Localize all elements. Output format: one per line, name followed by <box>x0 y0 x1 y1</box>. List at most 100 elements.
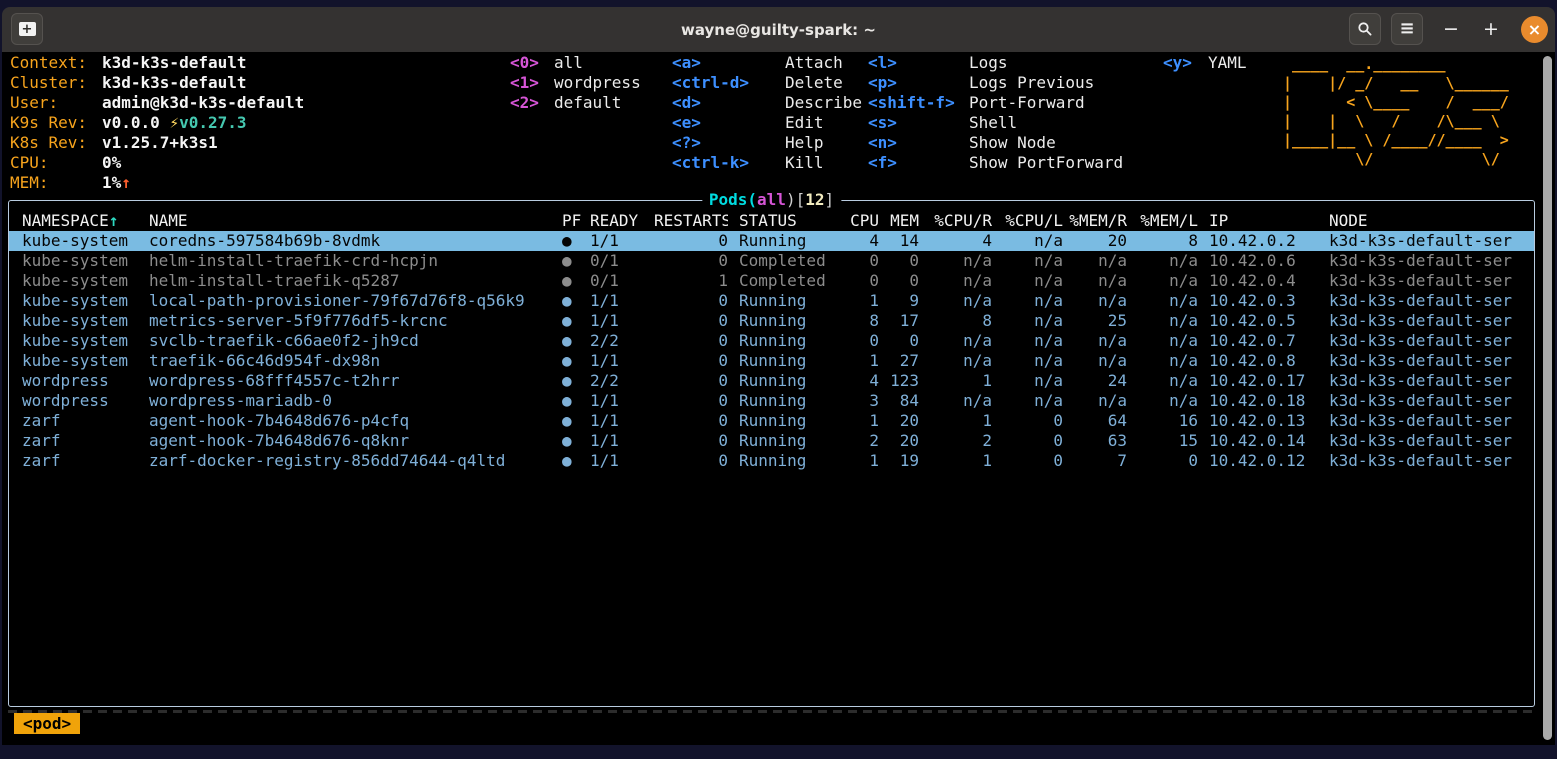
pod-row[interactable]: kube-system svclb-traefik-c66ae0f2-jh9cd… <box>9 331 1534 351</box>
pod-row[interactable]: wordpress wordpress-mariadb-0 ● 1/1 0 Ru… <box>9 391 1534 411</box>
cell-mem-l: 0 <box>1127 451 1198 471</box>
cell-restarts: 0 <box>654 451 728 471</box>
namespace-hotkey-item: <2>default <box>510 93 641 113</box>
cell-cpu-r: n/a <box>919 251 992 271</box>
header-restarts: RESTARTS <box>654 211 728 231</box>
k9s-latest-version: v0.27.3 <box>179 113 246 132</box>
cell-status: Running <box>728 431 840 451</box>
pod-row[interactable]: zarf agent-hook-7b4648d676-p4cfq ● 1/1 0… <box>9 411 1534 431</box>
cell-mem-r: n/a <box>1063 351 1127 371</box>
action-hotkey-item: <a>Attach <box>672 53 862 73</box>
cell-cpu-r: n/a <box>919 291 992 311</box>
cell-name: svclb-traefik-c66ae0f2-jh9cd <box>149 331 562 351</box>
cell-mem: 0 <box>879 331 919 351</box>
action-hotkey-item: <ctrl-d>Delete <box>672 73 862 93</box>
cell-cpu: 1 <box>840 451 879 471</box>
cell-mem: 84 <box>879 391 919 411</box>
table-header-row: NAMESPACE↑ NAME PF READY RESTARTS STATUS… <box>9 211 1534 231</box>
cell-mem-l: n/a <box>1127 331 1198 351</box>
pod-row[interactable]: kube-system traefik-66c46d954f-dx98n ● 1… <box>9 351 1534 371</box>
cell-ready: 1/1 <box>590 451 654 471</box>
cell-cpu: 0 <box>840 251 879 271</box>
header-ready: READY <box>590 211 654 231</box>
cell-cpu-r: 1 <box>919 451 992 471</box>
cell-mem: 20 <box>879 411 919 431</box>
action-hotkey-item: <shift-f>Port-Forward <box>868 93 1123 113</box>
cell-mem-l: 15 <box>1127 431 1198 451</box>
cell-cpu: 0 <box>840 331 879 351</box>
pod-row[interactable]: wordpress wordpress-68fff4557c-t2hrr ● 2… <box>9 371 1534 391</box>
cell-restarts: 0 <box>654 371 728 391</box>
header-cpu-r: %CPU/R <box>919 211 992 231</box>
pf-dot-icon: ● <box>562 431 590 451</box>
cell-ready: 1/1 <box>590 411 654 431</box>
header-mem: MEM <box>879 211 919 231</box>
cell-name: helm-install-traefik-q5287 <box>149 271 562 291</box>
cell-ip: 10.42.0.5 <box>1198 311 1318 331</box>
cell-node: k3d-k3s-default-ser <box>1318 411 1534 431</box>
cell-ip: 10.42.0.8 <box>1198 351 1318 371</box>
maximize-button[interactable]: + <box>1475 13 1507 45</box>
pf-dot-icon: ● <box>562 231 590 251</box>
cell-namespace: zarf <box>9 431 149 451</box>
header-mem-l: %MEM/L <box>1127 211 1198 231</box>
cell-mem-r: 63 <box>1063 431 1127 451</box>
cell-mem-l: n/a <box>1127 351 1198 371</box>
cell-namespace: kube-system <box>9 311 149 331</box>
header-cpu-l: %CPU/L <box>992 211 1063 231</box>
cell-mem: 0 <box>879 251 919 271</box>
search-button[interactable] <box>1349 13 1381 45</box>
menu-button[interactable]: ≡ <box>1391 13 1423 45</box>
cluster-row: Cluster:k3d-k3s-default <box>10 73 304 93</box>
pod-row[interactable]: kube-system metrics-server-5f9f776df5-kr… <box>9 311 1534 331</box>
k8s-rev-row: K8s Rev:v1.25.7+k3s1 <box>10 133 304 153</box>
pod-row[interactable]: kube-system local-path-provisioner-79f67… <box>9 291 1534 311</box>
breadcrumb-pod[interactable]: <pod> <box>14 713 80 734</box>
namespace-hotkey-item: <1>wordpress <box>510 73 641 93</box>
cell-mem-r: n/a <box>1063 331 1127 351</box>
close-button[interactable]: × <box>1521 16 1548 43</box>
search-icon <box>1357 21 1373 37</box>
cell-ip: 10.42.0.2 <box>1198 231 1318 251</box>
pod-row[interactable]: zarf zarf-docker-registry-856dd74644-q4l… <box>9 451 1534 471</box>
cell-node: k3d-k3s-default-ser <box>1318 311 1534 331</box>
pod-row[interactable]: kube-system helm-install-traefik-crd-hcp… <box>9 251 1534 271</box>
header-mem-r: %MEM/R <box>1063 211 1127 231</box>
cell-restarts: 0 <box>654 411 728 431</box>
cell-mem-r: 24 <box>1063 371 1127 391</box>
terminal-scrollbar[interactable] <box>1543 56 1552 740</box>
cell-mem-r: 25 <box>1063 311 1127 331</box>
sort-arrow-icon: ↑ <box>109 211 119 230</box>
cell-cpu-r: n/a <box>919 351 992 371</box>
cell-mem-l: 8 <box>1127 231 1198 251</box>
cell-cpu-r: 8 <box>919 311 992 331</box>
k9s-rev-row: K9s Rev:v0.0.0 ⚡v0.27.3 <box>10 113 304 133</box>
pod-row[interactable]: zarf agent-hook-7b4648d676-q8knr ● 1/1 0… <box>9 431 1534 451</box>
cell-node: k3d-k3s-default-ser <box>1318 231 1534 251</box>
pods-table: NAMESPACE↑ NAME PF READY RESTARTS STATUS… <box>9 211 1534 471</box>
pod-row[interactable]: kube-system coredns-597584b69b-8vdmk ● 1… <box>9 231 1534 251</box>
minimize-button[interactable]: − <box>1435 13 1467 45</box>
cell-restarts: 0 <box>654 431 728 451</box>
cell-cpu-l: n/a <box>992 371 1063 391</box>
cell-namespace: zarf <box>9 451 149 471</box>
pods-table-panel: Pods(all)[12] NAMESPACE↑ NAME PF READY R… <box>8 200 1535 707</box>
cell-cpu: 0 <box>840 271 879 291</box>
pod-row[interactable]: kube-system helm-install-traefik-q5287 ●… <box>9 271 1534 291</box>
cell-status: Running <box>728 331 840 351</box>
cell-ready: 1/1 <box>590 311 654 331</box>
cell-cpu-l: n/a <box>992 271 1063 291</box>
cell-status: Running <box>728 311 840 331</box>
cell-mem-r: 20 <box>1063 231 1127 251</box>
cell-ip: 10.42.0.14 <box>1198 431 1318 451</box>
action-hotkey-item: <y>YAML <box>1163 53 1247 73</box>
action-hotkeys-col2: <l>Logs <p>Logs Previous <shift-f>Port-F… <box>868 53 1123 173</box>
cell-ip: 10.42.0.18 <box>1198 391 1318 411</box>
pods-table-title: Pods(all)[12] <box>702 190 841 210</box>
cell-node: k3d-k3s-default-ser <box>1318 291 1534 311</box>
cell-cpu-r: n/a <box>919 331 992 351</box>
pf-dot-icon: ● <box>562 371 590 391</box>
cell-node: k3d-k3s-default-ser <box>1318 271 1534 291</box>
cell-ip: 10.42.0.12 <box>1198 451 1318 471</box>
cell-ip: 10.42.0.7 <box>1198 331 1318 351</box>
